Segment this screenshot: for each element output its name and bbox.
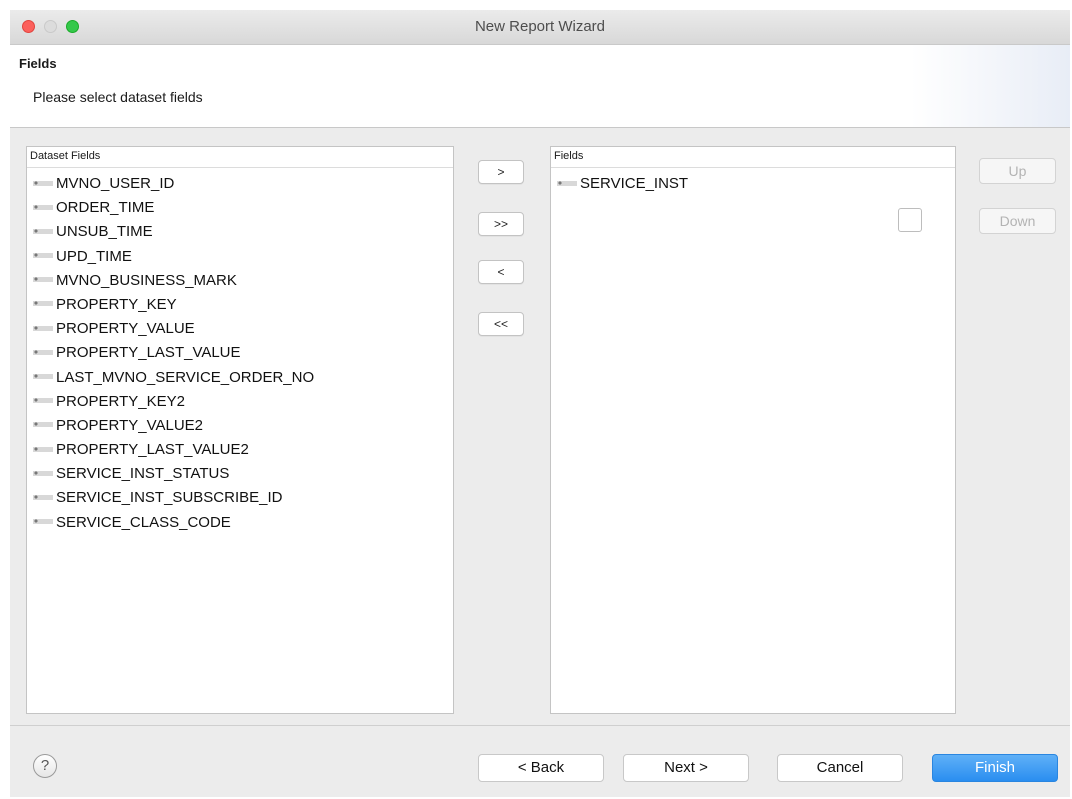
list-item[interactable]: PROPERTY_LAST_VALUE: [33, 341, 314, 365]
page-description: Please select dataset fields: [33, 89, 203, 105]
field-icon: [33, 373, 53, 381]
field-label: MVNO_USER_ID: [56, 175, 175, 192]
field-icon: [33, 421, 53, 429]
field-icon: [33, 469, 53, 477]
field-label: SERVICE_INST_SUBSCRIBE_ID: [56, 489, 283, 507]
field-label: PROPERTY_KEY2: [56, 392, 185, 410]
list-item[interactable]: UNSUB_TIME: [33, 220, 314, 244]
field-label: MVNO_BUSINESS_MARK: [56, 271, 237, 289]
field-label: UPD_TIME: [56, 247, 132, 265]
field-icon: [33, 276, 53, 284]
add-all-fields-button[interactable]: >>: [478, 212, 524, 236]
finish-button[interactable]: Finish: [932, 754, 1058, 782]
footer-divider: [10, 725, 1070, 726]
field-icon: [33, 518, 53, 526]
field-icon: [33, 493, 53, 501]
caption-divider: [551, 167, 955, 168]
move-up-button[interactable]: Up: [979, 158, 1056, 184]
remove-all-fields-button[interactable]: <<: [478, 312, 524, 336]
list-item[interactable]: PROPERTY_VALUE: [33, 317, 314, 341]
selected-fields-items: SERVICE_INST: [557, 172, 688, 196]
field-label: UNSUB_TIME: [56, 223, 153, 241]
field-icon: [33, 227, 53, 235]
field-label: PROPERTY_LAST_VALUE: [56, 344, 241, 362]
list-item[interactable]: SERVICE_INST: [557, 172, 688, 196]
field-label: SERVICE_CLASS_CODE: [56, 513, 231, 531]
list-item[interactable]: PROPERTY_VALUE2: [33, 414, 314, 438]
field-label: SERVICE_INST: [580, 175, 689, 192]
window-title: New Report Wizard: [474, 18, 606, 35]
field-icon: [33, 397, 53, 405]
wizard-window: New Report Wizard Fields Please select d…: [10, 10, 1070, 797]
list-item[interactable]: PROPERTY_LAST_VALUE2: [33, 438, 314, 462]
list-item[interactable]: PROPERTY_KEY: [33, 293, 314, 317]
page-title: Fields: [19, 56, 57, 71]
back-button[interactable]: < Back: [478, 754, 604, 782]
move-down-button[interactable]: Down: [979, 208, 1056, 234]
field-icon: [557, 179, 577, 187]
wizard-header: Fields Please select dataset fields: [10, 45, 1070, 128]
add-field-button[interactable]: >: [478, 160, 524, 184]
list-item[interactable]: SERVICE_CLASS_CODE: [33, 511, 314, 535]
selected-fields-caption: Fields: [554, 150, 584, 162]
dataset-fields-items: MVNO_USER_ID ORDER_TIME UNSUB_TIME UPD_T…: [33, 172, 314, 535]
field-icon: [33, 445, 53, 453]
field-icon: [33, 252, 53, 260]
field-icon: [33, 203, 53, 211]
list-item[interactable]: MVNO_BUSINESS_MARK: [33, 269, 314, 293]
dataset-fields-list[interactable]: Dataset Fields MVNO_USER_ID ORDER_TIME U…: [26, 146, 454, 714]
list-item[interactable]: PROPERTY_KEY2: [33, 390, 314, 414]
field-icon: [33, 300, 53, 308]
selected-fields-list[interactable]: Fields SERVICE_INST: [550, 146, 956, 714]
help-icon[interactable]: ?: [33, 754, 57, 778]
field-label: PROPERTY_KEY: [56, 295, 177, 313]
remove-field-button[interactable]: <: [478, 260, 524, 284]
list-item[interactable]: UPD_TIME: [33, 245, 314, 269]
dataset-fields-caption: Dataset Fields: [30, 150, 101, 162]
list-item[interactable]: SERVICE_INST_SUBSCRIBE_ID: [33, 486, 314, 510]
list-item[interactable]: ORDER_TIME: [33, 196, 314, 220]
list-item[interactable]: SERVICE_INST_STATUS: [33, 462, 314, 486]
field-icon: [33, 348, 53, 356]
field-label: PROPERTY_LAST_VALUE2: [56, 441, 249, 459]
cancel-button[interactable]: Cancel: [777, 754, 903, 782]
caption-divider: [27, 167, 453, 168]
next-button[interactable]: Next >: [623, 754, 749, 782]
field-label: LAST_MVNO_SERVICE_ORDER_NO: [56, 368, 315, 386]
field-icon: [33, 179, 53, 187]
field-label: ORDER_TIME: [56, 199, 155, 217]
list-item[interactable]: MVNO_USER_ID: [33, 172, 314, 196]
field-label: SERVICE_INST_STATUS: [56, 465, 230, 483]
field-icon: [33, 324, 53, 332]
title-bar: New Report Wizard: [10, 10, 1070, 45]
field-label: PROPERTY_VALUE2: [56, 416, 204, 434]
list-item[interactable]: LAST_MVNO_SERVICE_ORDER_NO: [33, 366, 314, 390]
field-checkbox[interactable]: [898, 208, 922, 232]
field-label: PROPERTY_VALUE: [56, 320, 195, 338]
